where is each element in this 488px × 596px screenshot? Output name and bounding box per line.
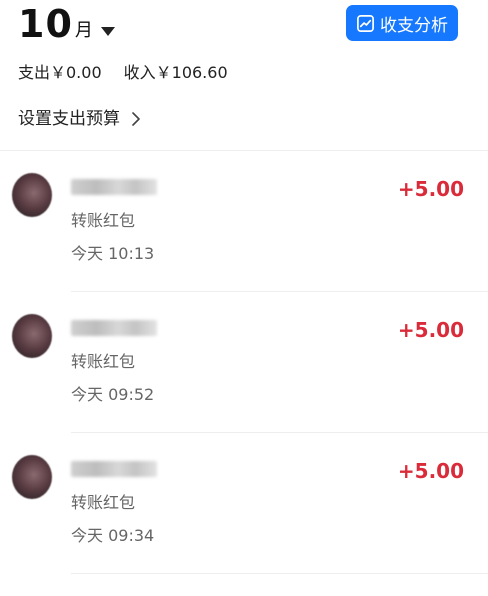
transaction-list: 转账红包 今天 10:13 +5.00 转账红包 今天 09:52 +5.00 … [0, 151, 488, 574]
transaction-description: 转账红包 [71, 211, 136, 230]
row-divider [71, 573, 488, 574]
income-total: 收入￥106.60 [123, 63, 228, 82]
transaction-row[interactable]: 转账红包 今天 10:13 +5.00 [0, 151, 488, 292]
transaction-description: 转账红包 [71, 493, 136, 512]
transaction-amount: +5.00 [397, 177, 464, 201]
sender-avatar [12, 455, 52, 499]
transaction-time: 今天 09:52 [71, 385, 155, 404]
sender-avatar [12, 173, 52, 217]
transaction-row[interactable]: 转账红包 今天 09:34 +5.00 [0, 433, 488, 574]
transaction-time: 今天 09:34 [71, 526, 155, 545]
month-selector[interactable]: 10 月 [18, 2, 115, 46]
bill-page: 10 月 收支分析 支出￥0.00 收入￥106.60 设置支出预算 转账红包 … [0, 0, 488, 596]
transaction-row[interactable]: 转账红包 今天 09:52 +5.00 [0, 292, 488, 433]
transaction-time: 今天 10:13 [71, 244, 155, 263]
chevron-right-icon [132, 112, 140, 126]
chart-icon [357, 14, 374, 32]
month-unit: 月 [74, 20, 93, 41]
sender-name-redacted [71, 179, 157, 195]
month-summary: 支出￥0.00 收入￥106.60 [18, 62, 228, 84]
transaction-amount: +5.00 [397, 318, 464, 342]
expense-total: 支出￥0.00 [18, 63, 102, 82]
set-budget-link[interactable]: 设置支出预算 [18, 107, 142, 131]
sender-name-redacted [71, 320, 157, 336]
bill-header: 10 月 收支分析 支出￥0.00 收入￥106.60 设置支出预算 [0, 0, 488, 150]
set-budget-label: 设置支出预算 [18, 109, 120, 129]
caret-down-icon [100, 27, 115, 36]
sender-name-redacted [71, 461, 157, 477]
transaction-amount: +5.00 [397, 459, 464, 483]
income-expense-analysis-button[interactable]: 收支分析 [346, 5, 458, 41]
analysis-button-label: 收支分析 [380, 15, 448, 36]
transaction-description: 转账红包 [71, 352, 136, 371]
month-number: 10 [18, 2, 73, 46]
sender-avatar [12, 314, 52, 358]
